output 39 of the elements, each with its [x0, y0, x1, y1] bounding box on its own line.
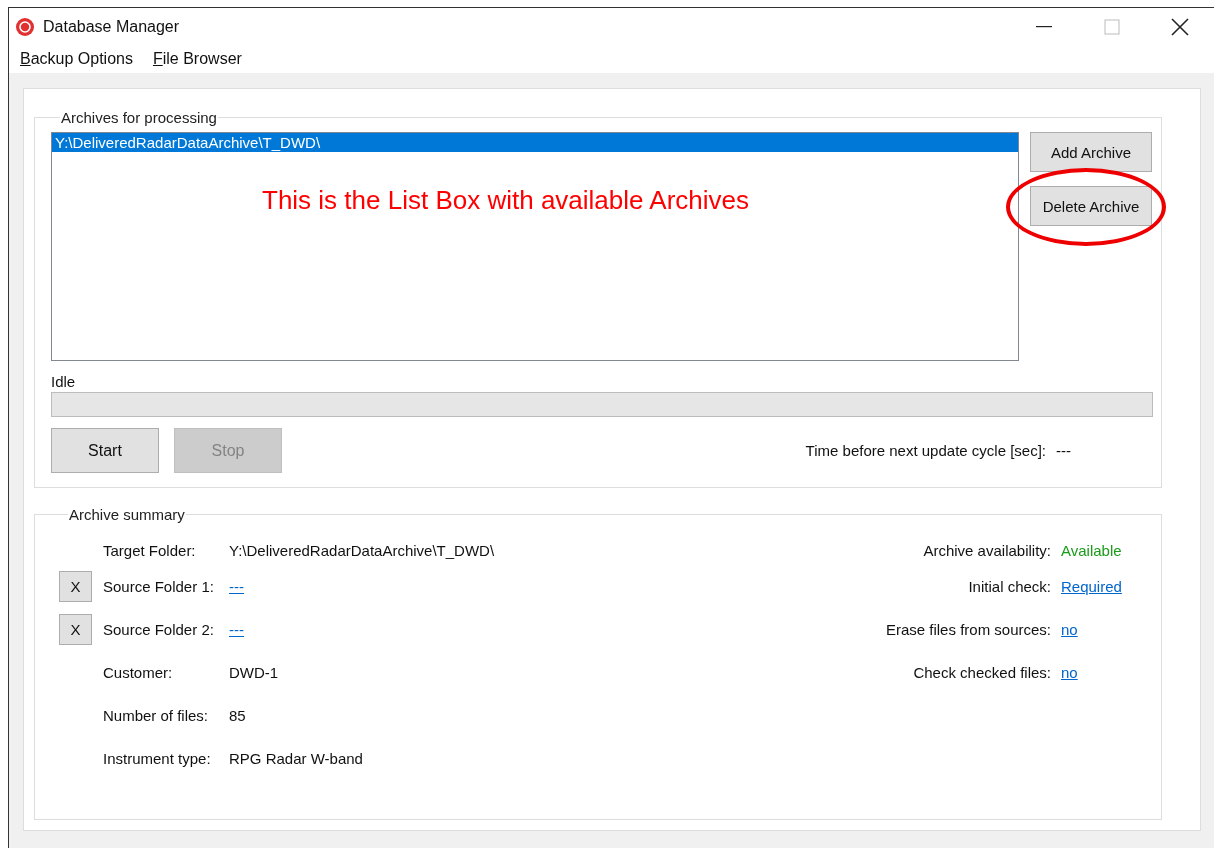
remove-button[interactable]: X [59, 614, 92, 645]
timer-value: --- [1056, 442, 1071, 459]
field-label: Source Folder 2: [103, 621, 215, 638]
maximize-icon [1104, 18, 1120, 35]
field-label: Check checked files: [913, 664, 1051, 681]
archive-button[interactable]: Add Archive [1030, 132, 1152, 172]
timer-label: Time before next update cycle [sec]: [805, 442, 1046, 459]
group-title: Archive summary [68, 506, 186, 523]
field-label: Instrument type: [103, 750, 212, 767]
field-value: DWD-1 [229, 664, 279, 681]
window-title: Database Manager [43, 17, 181, 36]
value-link[interactable]: no [1061, 664, 1078, 681]
value-link[interactable]: --- [229, 621, 244, 638]
menu-item[interactable]: File Browser [152, 50, 242, 68]
app-logo-icon [15, 16, 35, 37]
field-value: Y:\DeliveredRadarDataArchive\T_DWD\ [229, 541, 495, 559]
start-button[interactable]: Start [51, 428, 159, 473]
field-label: Target Folder: [103, 541, 197, 559]
menu-item[interactable]: Backup Options [20, 50, 133, 68]
group-title: Archives for processing [60, 109, 218, 126]
value-link[interactable]: --- [229, 578, 244, 595]
value-link[interactable]: no [1061, 621, 1078, 638]
value-link[interactable]: Required [1061, 578, 1122, 595]
field-value: RPG Radar W-band [229, 750, 363, 767]
field-label: Number of files: [103, 707, 210, 724]
archive-button[interactable]: Delete Archive [1030, 186, 1152, 226]
minimize-icon [1036, 25, 1052, 28]
field-label: Customer: [103, 664, 174, 681]
field-label: Source Folder 1: [103, 578, 215, 595]
field-label: Archive availability: [923, 541, 1051, 559]
field-label: Erase files from sources: [885, 621, 1051, 638]
field-value: 85 [229, 707, 246, 724]
remove-button[interactable]: X [59, 571, 92, 602]
status-value: Available [1061, 541, 1122, 559]
close-icon [1171, 17, 1189, 36]
field-label: Initial check: [968, 578, 1051, 595]
status-label: Idle [51, 373, 77, 390]
annotation-text: This is the List Box with available Archives [262, 185, 749, 216]
list-item[interactable]: Y:\DeliveredRadarDataArchive\T_DWD\ [52, 133, 1018, 152]
